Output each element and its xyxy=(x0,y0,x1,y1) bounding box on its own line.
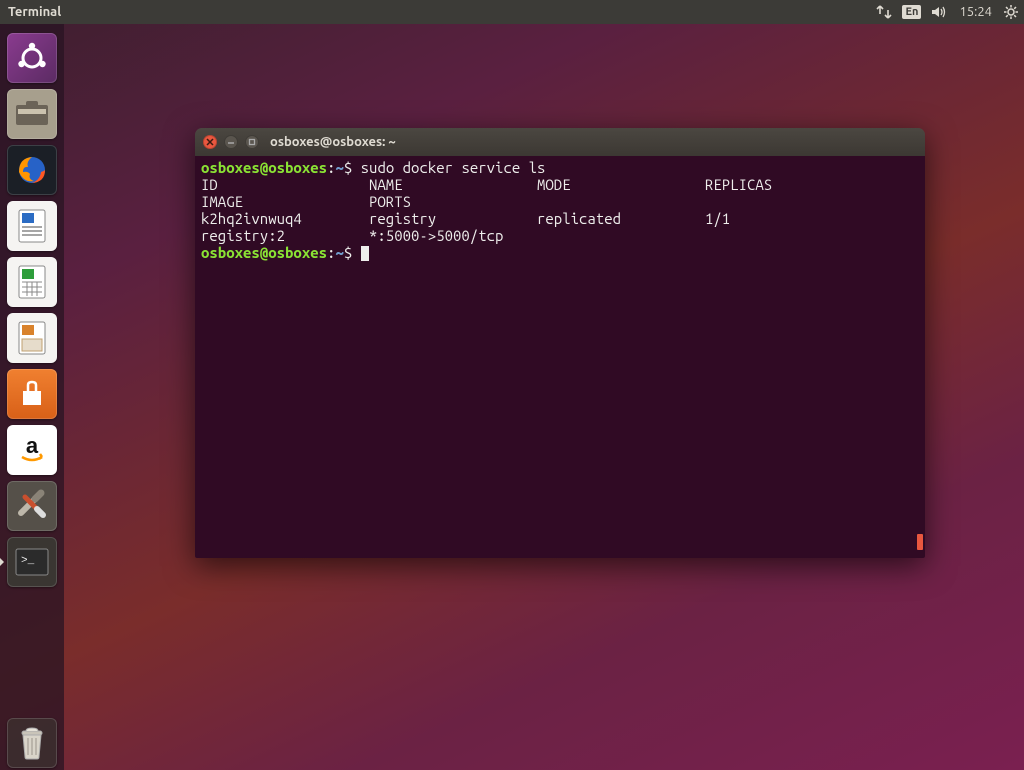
language-indicator[interactable]: En xyxy=(902,5,921,19)
software-icon xyxy=(15,377,49,411)
launcher-settings[interactable] xyxy=(7,481,57,531)
launcher: a >_ xyxy=(0,24,64,770)
launcher-terminal[interactable]: >_ xyxy=(7,537,57,587)
window-title: osboxes@osboxes: ~ xyxy=(270,135,396,149)
prompt-at: @ xyxy=(260,159,268,176)
prompt-host-2: osboxes xyxy=(268,244,327,261)
terminal-body[interactable]: osboxes@osboxes:~$ sudo docker service l… xyxy=(195,156,925,558)
files-icon xyxy=(14,99,50,129)
prompt-host: osboxes xyxy=(268,159,327,176)
network-icon xyxy=(876,5,892,19)
writer-icon xyxy=(16,208,48,244)
terminal-window[interactable]: osboxes@osboxes: ~ osboxes@osboxes:~$ su… xyxy=(195,128,925,558)
launcher-amazon[interactable]: a xyxy=(7,425,57,475)
launcher-dash[interactable] xyxy=(7,33,57,83)
session-indicator[interactable] xyxy=(998,0,1024,24)
output-row-1: k2hq2ivnwuq4 registry replicated 1/1 xyxy=(201,210,873,227)
impress-icon xyxy=(16,320,48,356)
svg-text:>_: >_ xyxy=(21,555,35,567)
firefox-icon xyxy=(14,152,50,188)
window-maximize-button[interactable] xyxy=(245,135,259,149)
terminal-icon: >_ xyxy=(14,547,50,577)
scrollbar-hint[interactable] xyxy=(917,534,923,550)
sound-indicator[interactable] xyxy=(925,0,953,24)
desktop: Terminal En 15:24 xyxy=(0,0,1024,770)
prompt-dollar: $ xyxy=(344,159,361,176)
window-minimize-button[interactable] xyxy=(224,135,238,149)
active-app-label: Terminal xyxy=(0,5,61,19)
volume-icon xyxy=(931,5,947,19)
prompt-path: ~ xyxy=(335,159,343,176)
launcher-software[interactable] xyxy=(7,369,57,419)
network-indicator[interactable] xyxy=(870,0,898,24)
gear-icon xyxy=(1004,5,1018,19)
launcher-impress[interactable] xyxy=(7,313,57,363)
window-titlebar[interactable]: osboxes@osboxes: ~ xyxy=(195,128,925,156)
svg-text:a: a xyxy=(26,433,39,458)
settings-icon xyxy=(15,489,49,523)
window-close-button[interactable] xyxy=(203,135,217,149)
calc-icon xyxy=(16,264,48,300)
command-text: sudo docker service ls xyxy=(361,159,546,176)
top-panel: Terminal En 15:24 xyxy=(0,0,1024,24)
prompt-path-2: ~ xyxy=(335,244,343,261)
trash-icon xyxy=(17,725,47,761)
launcher-trash[interactable] xyxy=(7,718,57,768)
maximize-icon xyxy=(248,138,256,146)
launcher-calc[interactable] xyxy=(7,257,57,307)
launcher-writer[interactable] xyxy=(7,201,57,251)
launcher-spacer xyxy=(0,590,64,715)
output-header-1: ID NAME MODE REPLICAS xyxy=(201,176,873,193)
output-row-2: registry:2 *:5000->5000/tcp xyxy=(201,227,503,244)
prompt-user-2: osboxes xyxy=(201,244,260,261)
clock[interactable]: 15:24 xyxy=(953,0,998,24)
minimize-icon xyxy=(227,138,235,146)
prompt-dollar-2: $ xyxy=(344,244,361,261)
close-icon xyxy=(206,138,214,146)
prompt-at-2: @ xyxy=(260,244,268,261)
ubuntu-icon xyxy=(15,41,49,75)
output-header-2: IMAGE PORTS xyxy=(201,193,411,210)
amazon-icon: a xyxy=(15,433,49,467)
cursor xyxy=(361,246,369,261)
prompt-user: osboxes xyxy=(201,159,260,176)
launcher-firefox[interactable] xyxy=(7,145,57,195)
launcher-files[interactable] xyxy=(7,89,57,139)
